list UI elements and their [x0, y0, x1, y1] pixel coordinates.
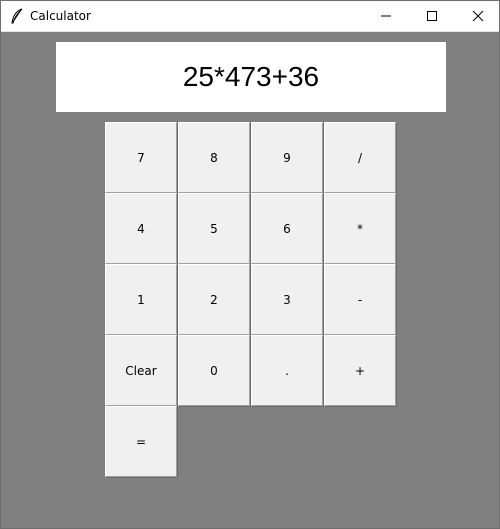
key-6[interactable]: 6 — [251, 193, 323, 264]
clear-button[interactable]: Clear — [105, 335, 177, 406]
window-title: Calculator — [30, 9, 91, 23]
feather-icon — [10, 8, 24, 24]
title-bar[interactable]: Calculator — [1, 1, 499, 32]
key-5[interactable]: 5 — [178, 193, 250, 264]
key-7[interactable]: 7 — [105, 122, 177, 193]
key-divide[interactable]: / — [324, 122, 396, 193]
key-decimal[interactable]: . — [251, 335, 323, 406]
key-3[interactable]: 3 — [251, 264, 323, 335]
calculator-window: Calculator 25*473+36 7 8 9 / 4 5 6 * 1 2… — [0, 0, 500, 529]
key-multiply[interactable]: * — [324, 193, 396, 264]
close-icon — [472, 10, 484, 22]
key-8[interactable]: 8 — [178, 122, 250, 193]
maximize-button[interactable] — [409, 1, 455, 31]
key-add[interactable]: + — [324, 335, 396, 406]
key-2[interactable]: 2 — [178, 264, 250, 335]
key-1[interactable]: 1 — [105, 264, 177, 335]
calculator-display: 25*473+36 — [56, 42, 446, 112]
minimize-icon — [381, 15, 391, 17]
equals-button[interactable]: = — [105, 406, 177, 477]
key-4[interactable]: 4 — [105, 193, 177, 264]
maximize-icon — [427, 11, 437, 21]
close-button[interactable] — [455, 1, 500, 31]
minimize-button[interactable] — [363, 1, 409, 31]
key-subtract[interactable]: - — [324, 264, 396, 335]
key-0[interactable]: 0 — [178, 335, 250, 406]
key-9[interactable]: 9 — [251, 122, 323, 193]
